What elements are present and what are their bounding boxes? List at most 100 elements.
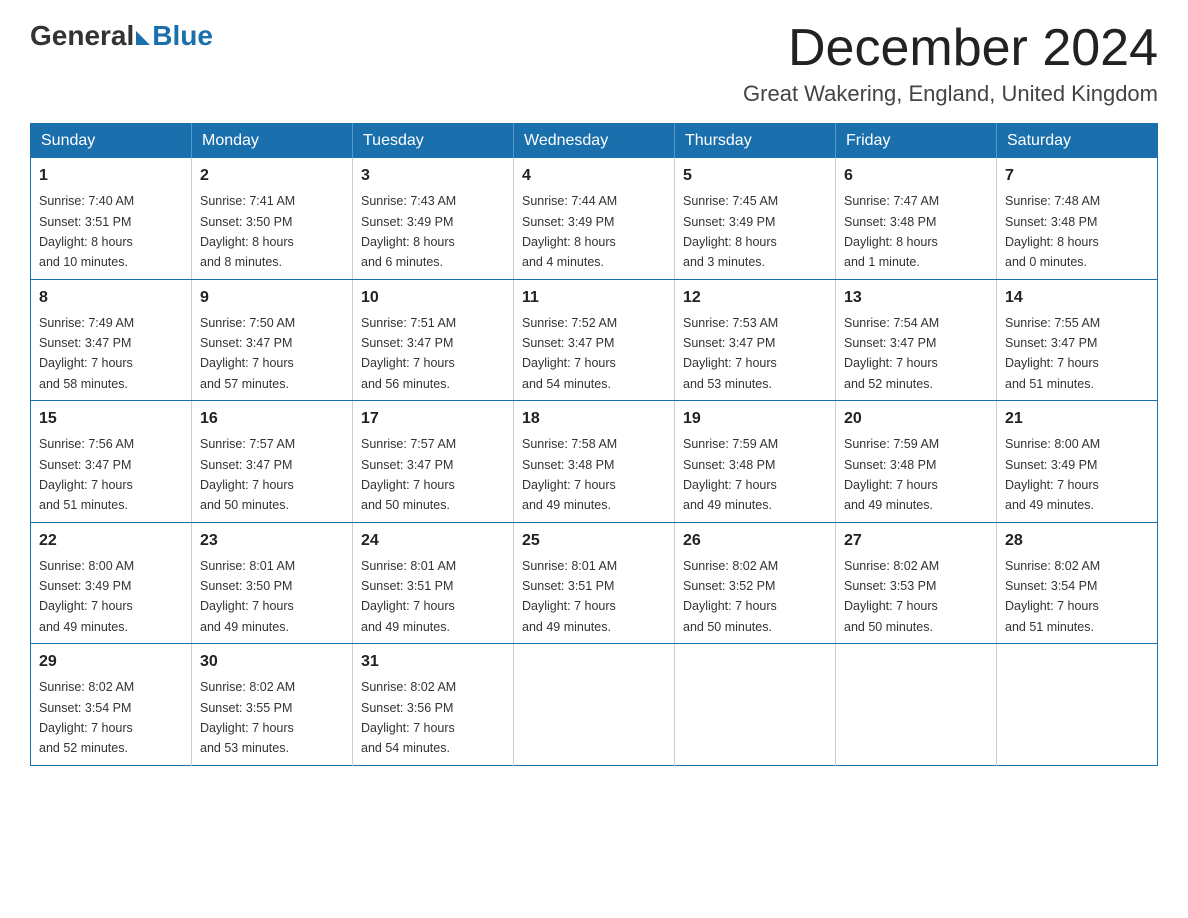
calendar-day-cell: 28 Sunrise: 8:02 AM Sunset: 3:54 PM Dayli… xyxy=(997,522,1158,644)
day-number: 14 xyxy=(1005,286,1149,310)
calendar-day-cell: 3 Sunrise: 7:43 AM Sunset: 3:49 PM Daylig… xyxy=(353,158,514,279)
calendar-day-cell: 14 Sunrise: 7:55 AM Sunset: 3:47 PM Dayli… xyxy=(997,279,1158,401)
day-info: Sunrise: 7:40 AM Sunset: 3:51 PM Dayligh… xyxy=(39,194,134,269)
day-info: Sunrise: 7:57 AM Sunset: 3:47 PM Dayligh… xyxy=(361,437,456,512)
day-number: 13 xyxy=(844,286,988,310)
day-info: Sunrise: 7:47 AM Sunset: 3:48 PM Dayligh… xyxy=(844,194,939,269)
day-number: 27 xyxy=(844,529,988,553)
day-info: Sunrise: 7:44 AM Sunset: 3:49 PM Dayligh… xyxy=(522,194,617,269)
calendar-week-row: 22Sunrise: 8:00 AM Sunset: 3:49 PM Dayli… xyxy=(31,522,1158,644)
logo: General Blue xyxy=(30,20,213,52)
day-number: 4 xyxy=(522,164,666,188)
day-number: 19 xyxy=(683,407,827,431)
day-number: 17 xyxy=(361,407,505,431)
calendar-day-cell: 7 Sunrise: 7:48 AM Sunset: 3:48 PM Daylig… xyxy=(997,158,1158,279)
title-area: December 2024 Great Wakering, England, U… xyxy=(743,20,1158,107)
day-info: Sunrise: 7:55 AM Sunset: 3:47 PM Dayligh… xyxy=(1005,316,1100,391)
day-info: Sunrise: 8:02 AM Sunset: 3:52 PM Dayligh… xyxy=(683,559,778,634)
day-of-week-header: Tuesday xyxy=(353,124,514,159)
calendar-day-cell: 17 Sunrise: 7:57 AM Sunset: 3:47 PM Dayli… xyxy=(353,401,514,523)
page-subtitle: Great Wakering, England, United Kingdom xyxy=(743,81,1158,107)
calendar-day-cell: 16 Sunrise: 7:57 AM Sunset: 3:47 PM Dayli… xyxy=(192,401,353,523)
day-number: 26 xyxy=(683,529,827,553)
calendar-day-cell: 31 Sunrise: 8:02 AM Sunset: 3:56 PM Dayli… xyxy=(353,644,514,766)
day-info: Sunrise: 8:00 AM Sunset: 3:49 PM Dayligh… xyxy=(1005,437,1100,512)
day-number: 15 xyxy=(39,407,183,431)
day-info: Sunrise: 7:50 AM Sunset: 3:47 PM Dayligh… xyxy=(200,316,295,391)
day-of-week-header: Monday xyxy=(192,124,353,159)
calendar-day-cell: 11Sunrise: 7:52 AM Sunset: 3:47 PM Dayli… xyxy=(514,279,675,401)
logo-general-text: General xyxy=(30,20,134,52)
day-number: 8 xyxy=(39,286,183,310)
logo-triangle-icon xyxy=(136,31,150,45)
day-info: Sunrise: 8:01 AM Sunset: 3:51 PM Dayligh… xyxy=(361,559,456,634)
calendar-day-cell: 10 Sunrise: 7:51 AM Sunset: 3:47 PM Dayli… xyxy=(353,279,514,401)
day-number: 16 xyxy=(200,407,344,431)
day-number: 29 xyxy=(39,650,183,674)
calendar-day-cell: 5 Sunrise: 7:45 AM Sunset: 3:49 PM Daylig… xyxy=(675,158,836,279)
calendar-day-cell xyxy=(514,644,675,766)
day-number: 7 xyxy=(1005,164,1149,188)
calendar-day-cell: 23Sunrise: 8:01 AM Sunset: 3:50 PM Dayli… xyxy=(192,522,353,644)
calendar-header-row: SundayMondayTuesdayWednesdayThursdayFrid… xyxy=(31,124,1158,159)
page-title: December 2024 xyxy=(743,20,1158,77)
day-number: 31 xyxy=(361,650,505,674)
day-info: Sunrise: 8:02 AM Sunset: 3:54 PM Dayligh… xyxy=(39,680,134,755)
day-info: Sunrise: 7:59 AM Sunset: 3:48 PM Dayligh… xyxy=(844,437,939,512)
day-of-week-header: Sunday xyxy=(31,124,192,159)
day-info: Sunrise: 7:57 AM Sunset: 3:47 PM Dayligh… xyxy=(200,437,295,512)
calendar-day-cell: 22Sunrise: 8:00 AM Sunset: 3:49 PM Dayli… xyxy=(31,522,192,644)
calendar-week-row: 1 Sunrise: 7:40 AM Sunset: 3:51 PM Daylig… xyxy=(31,158,1158,279)
calendar-day-cell: 19Sunrise: 7:59 AM Sunset: 3:48 PM Dayli… xyxy=(675,401,836,523)
calendar-week-row: 8 Sunrise: 7:49 AM Sunset: 3:47 PM Daylig… xyxy=(31,279,1158,401)
day-info: Sunrise: 7:58 AM Sunset: 3:48 PM Dayligh… xyxy=(522,437,617,512)
day-number: 25 xyxy=(522,529,666,553)
day-number: 9 xyxy=(200,286,344,310)
day-number: 1 xyxy=(39,164,183,188)
day-info: Sunrise: 7:53 AM Sunset: 3:47 PM Dayligh… xyxy=(683,316,778,391)
day-of-week-header: Friday xyxy=(836,124,997,159)
day-info: Sunrise: 7:41 AM Sunset: 3:50 PM Dayligh… xyxy=(200,194,295,269)
calendar-day-cell: 27Sunrise: 8:02 AM Sunset: 3:53 PM Dayli… xyxy=(836,522,997,644)
day-info: Sunrise: 7:56 AM Sunset: 3:47 PM Dayligh… xyxy=(39,437,134,512)
calendar-day-cell: 6Sunrise: 7:47 AM Sunset: 3:48 PM Daylig… xyxy=(836,158,997,279)
page-header: General Blue December 2024 Great Wakerin… xyxy=(30,20,1158,107)
calendar-day-cell: 20Sunrise: 7:59 AM Sunset: 3:48 PM Dayli… xyxy=(836,401,997,523)
day-number: 5 xyxy=(683,164,827,188)
day-number: 30 xyxy=(200,650,344,674)
day-info: Sunrise: 8:02 AM Sunset: 3:55 PM Dayligh… xyxy=(200,680,295,755)
calendar-day-cell: 26 Sunrise: 8:02 AM Sunset: 3:52 PM Dayli… xyxy=(675,522,836,644)
day-info: Sunrise: 7:48 AM Sunset: 3:48 PM Dayligh… xyxy=(1005,194,1100,269)
logo-blue-text: Blue xyxy=(152,20,213,52)
calendar-day-cell: 12 Sunrise: 7:53 AM Sunset: 3:47 PM Dayli… xyxy=(675,279,836,401)
day-number: 23 xyxy=(200,529,344,553)
day-info: Sunrise: 7:43 AM Sunset: 3:49 PM Dayligh… xyxy=(361,194,456,269)
day-of-week-header: Wednesday xyxy=(514,124,675,159)
calendar-day-cell xyxy=(997,644,1158,766)
day-info: Sunrise: 8:02 AM Sunset: 3:56 PM Dayligh… xyxy=(361,680,456,755)
day-number: 12 xyxy=(683,286,827,310)
day-info: Sunrise: 7:49 AM Sunset: 3:47 PM Dayligh… xyxy=(39,316,134,391)
day-number: 28 xyxy=(1005,529,1149,553)
calendar-day-cell: 8 Sunrise: 7:49 AM Sunset: 3:47 PM Daylig… xyxy=(31,279,192,401)
calendar-day-cell: 1 Sunrise: 7:40 AM Sunset: 3:51 PM Daylig… xyxy=(31,158,192,279)
calendar-day-cell: 15 Sunrise: 7:56 AM Sunset: 3:47 PM Dayli… xyxy=(31,401,192,523)
day-number: 22 xyxy=(39,529,183,553)
day-number: 2 xyxy=(200,164,344,188)
day-number: 10 xyxy=(361,286,505,310)
calendar-day-cell: 2 Sunrise: 7:41 AM Sunset: 3:50 PM Daylig… xyxy=(192,158,353,279)
day-of-week-header: Saturday xyxy=(997,124,1158,159)
day-number: 3 xyxy=(361,164,505,188)
day-number: 21 xyxy=(1005,407,1149,431)
day-number: 11 xyxy=(522,286,666,310)
calendar-day-cell: 21 Sunrise: 8:00 AM Sunset: 3:49 PM Dayli… xyxy=(997,401,1158,523)
calendar-day-cell: 29 Sunrise: 8:02 AM Sunset: 3:54 PM Dayli… xyxy=(31,644,192,766)
calendar-day-cell: 30 Sunrise: 8:02 AM Sunset: 3:55 PM Dayli… xyxy=(192,644,353,766)
day-of-week-header: Thursday xyxy=(675,124,836,159)
calendar-day-cell: 13Sunrise: 7:54 AM Sunset: 3:47 PM Dayli… xyxy=(836,279,997,401)
day-info: Sunrise: 7:51 AM Sunset: 3:47 PM Dayligh… xyxy=(361,316,456,391)
day-info: Sunrise: 8:02 AM Sunset: 3:54 PM Dayligh… xyxy=(1005,559,1100,634)
calendar-day-cell xyxy=(675,644,836,766)
day-number: 24 xyxy=(361,529,505,553)
day-info: Sunrise: 7:45 AM Sunset: 3:49 PM Dayligh… xyxy=(683,194,778,269)
